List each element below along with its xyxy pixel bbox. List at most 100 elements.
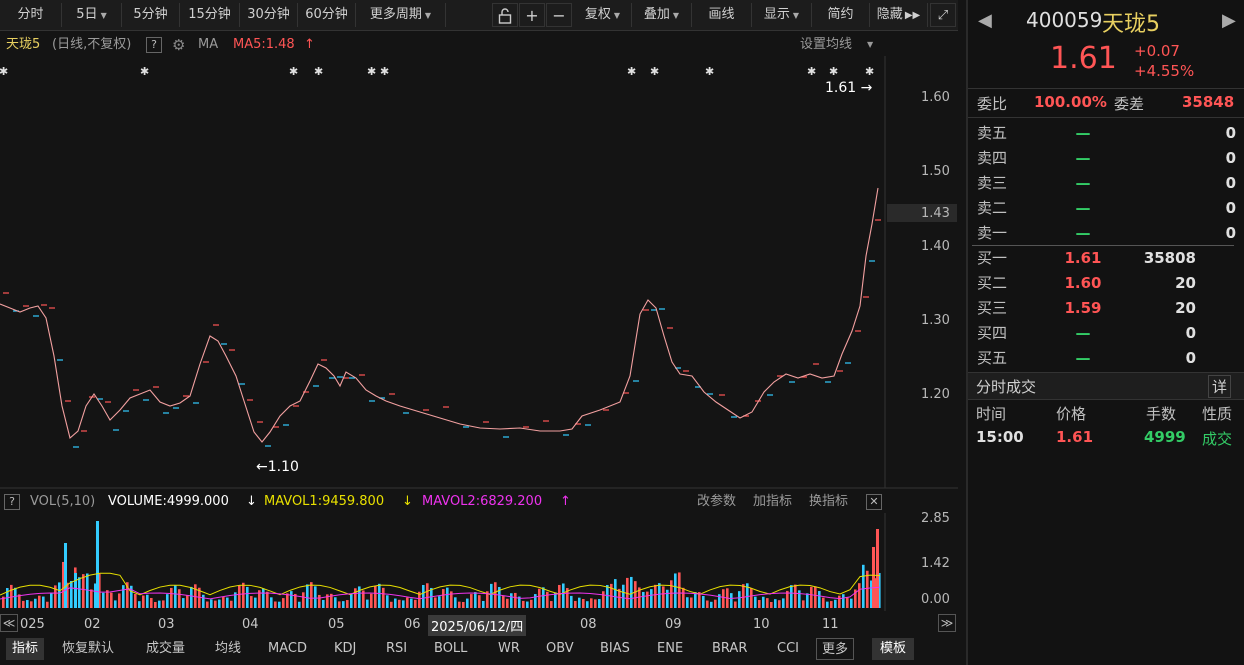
chevron-down-icon: ▼ [672, 11, 680, 20]
indicator-wr[interactable]: WR [498, 638, 520, 660]
volume-bar [178, 589, 181, 608]
bid-row-1[interactable]: 买一 1.61 35808 [968, 246, 1244, 271]
display-dropdown[interactable]: 显示 ▼ [752, 3, 812, 27]
indicator-ene[interactable]: ENE [657, 638, 683, 660]
period-tab-60min[interactable]: 60分钟 [298, 3, 356, 27]
weibi-label: 委比 [977, 95, 1008, 113]
volume-bar [790, 585, 793, 608]
period-tab-5day[interactable]: 5日 ▼ [62, 3, 122, 27]
action-label: 隐藏 [876, 7, 903, 22]
indicator-tab-main[interactable]: 指标 [6, 638, 45, 660]
prev-stock-icon[interactable]: ◀ [978, 10, 992, 31]
simple-mode-button[interactable]: 简约 [812, 3, 870, 27]
volume-bar [454, 597, 457, 608]
vol-label: VOL(5,10) [30, 494, 96, 509]
ask-row-4[interactable]: 卖四 — 0 [968, 146, 1244, 171]
volume-bar [82, 574, 85, 608]
weibi-value: 100.00% [1034, 93, 1107, 111]
add-indicator-button[interactable]: 加指标 [753, 491, 792, 513]
period-tab-5min[interactable]: 5分钟 [122, 3, 180, 27]
trade-row[interactable]: 15:00 1.61 4999 成交 [968, 428, 1244, 450]
ma-label: MA [198, 37, 219, 52]
indicator-rsi[interactable]: RSI [386, 638, 407, 660]
volume-bar [64, 543, 67, 608]
period-tab-15min[interactable]: 15分钟 [180, 3, 240, 27]
more-periods-dropdown[interactable]: 更多周期 ▼ [356, 3, 446, 27]
change-params-button[interactable]: 改参数 [697, 491, 736, 513]
next-stock-icon[interactable]: ▶ [1222, 10, 1236, 31]
gear-icon[interactable]: ⚙ [172, 34, 185, 56]
low-value: 1.10 [267, 459, 299, 475]
volume-bar [138, 601, 141, 608]
volume-bar [710, 601, 713, 608]
bid-row-4[interactable]: 买四 — 0 [968, 321, 1244, 346]
trade-time: 15:00 [976, 428, 1024, 446]
zoom-out-icon[interactable]: − [546, 3, 572, 27]
period-tab-30min[interactable]: 30分钟 [240, 3, 298, 27]
price-axis-label-current: 1.43 [921, 206, 950, 221]
help-icon[interactable]: ? [4, 494, 20, 510]
price-chart[interactable]: ✱ ✱ ✱ ✱ ✱ ✱ ✱ ✱ ✱ ✱ ✱ ✱ [0, 56, 958, 490]
ask-row-2[interactable]: 卖二 — 0 [968, 196, 1244, 221]
bid-price: 1.61 [1064, 249, 1102, 267]
indicator-ma[interactable]: 均线 [215, 638, 241, 660]
volume-bar [514, 592, 517, 608]
volume-bar [314, 586, 317, 608]
fullscreen-icon[interactable]: ⤢ [930, 3, 956, 27]
scroll-right-icon[interactable]: ≫ [938, 614, 956, 632]
indicator-bias[interactable]: BIAS [600, 638, 630, 660]
draw-line-button[interactable]: 画线 [692, 3, 752, 27]
indicator-more[interactable]: 更多 [816, 638, 855, 660]
volume-bar [702, 595, 705, 608]
volume-bar [850, 598, 853, 608]
volume-bar [622, 584, 625, 608]
switch-indicator-button[interactable]: 换指标 [809, 491, 848, 513]
indicator-template[interactable]: 模板 [872, 638, 915, 660]
bid-row-3[interactable]: 买三 1.59 20 [968, 296, 1244, 321]
overlay-dropdown[interactable]: 叠加 ▼ [632, 3, 692, 27]
indicator-boll[interactable]: BOLL [434, 638, 467, 660]
indicator-macd[interactable]: MACD [268, 638, 307, 660]
indicator-obv[interactable]: OBV [546, 638, 574, 660]
volume-bar [730, 593, 733, 608]
indicator-kdj[interactable]: KDJ [334, 638, 356, 660]
ask-row-3[interactable]: 卖三 — 0 [968, 171, 1244, 196]
indicator-cci[interactable]: CCI [777, 638, 799, 660]
bid-row-5[interactable]: 买五 — 0 [968, 346, 1244, 371]
action-label: 显示 [763, 7, 790, 22]
volume-bar [38, 595, 41, 608]
close-icon[interactable]: ✕ [866, 494, 882, 510]
help-icon[interactable]: ? [146, 37, 162, 53]
indicator-bar: 指标 恢复默认 成交量 均线 MACD KDJ RSI BOLL WR OBV … [0, 637, 958, 661]
scroll-left-icon[interactable]: ≪ [0, 614, 18, 632]
volume-chart[interactable] [0, 513, 958, 611]
indicator-restore-default[interactable]: 恢复默认 [62, 638, 114, 660]
volume-bar [686, 597, 689, 608]
set-ma-button[interactable]: 设置均线 [800, 34, 852, 56]
ask-row-5[interactable]: 卖五 — 0 [968, 121, 1244, 146]
bid-label: 买五 [977, 349, 1008, 367]
period-tab-timeshare[interactable]: 分时 [0, 3, 62, 27]
ask-label: 卖二 [977, 199, 1008, 217]
action-label: 复权 [584, 7, 611, 22]
action-label: 简约 [827, 7, 854, 22]
volume-value: VOLUME:4999.000 [108, 494, 229, 509]
volume-bar [414, 599, 417, 608]
divider [968, 88, 1244, 89]
indicator-volume[interactable]: 成交量 [146, 638, 185, 660]
ask-label: 卖一 [977, 224, 1008, 242]
unlock-icon[interactable] [492, 3, 518, 27]
indicator-brar[interactable]: BRAR [712, 638, 747, 660]
adjust-dropdown[interactable]: 复权 ▼ [574, 3, 632, 27]
hide-button[interactable]: 隐藏 ▶▶ [870, 3, 928, 27]
ask-label: 卖四 [977, 149, 1008, 167]
volume-bar [302, 592, 305, 608]
volume-bar [122, 585, 125, 608]
ask-row-1[interactable]: 卖一 — 0 [968, 221, 1244, 246]
trades-detail-button[interactable]: 详 [1208, 375, 1232, 398]
x-axis-label: 05 [328, 617, 345, 632]
zoom-in-icon[interactable]: + [519, 3, 545, 27]
bid-row-2[interactable]: 买二 1.60 20 [968, 271, 1244, 296]
volume-bar [662, 586, 665, 608]
volume-bar [478, 595, 481, 608]
